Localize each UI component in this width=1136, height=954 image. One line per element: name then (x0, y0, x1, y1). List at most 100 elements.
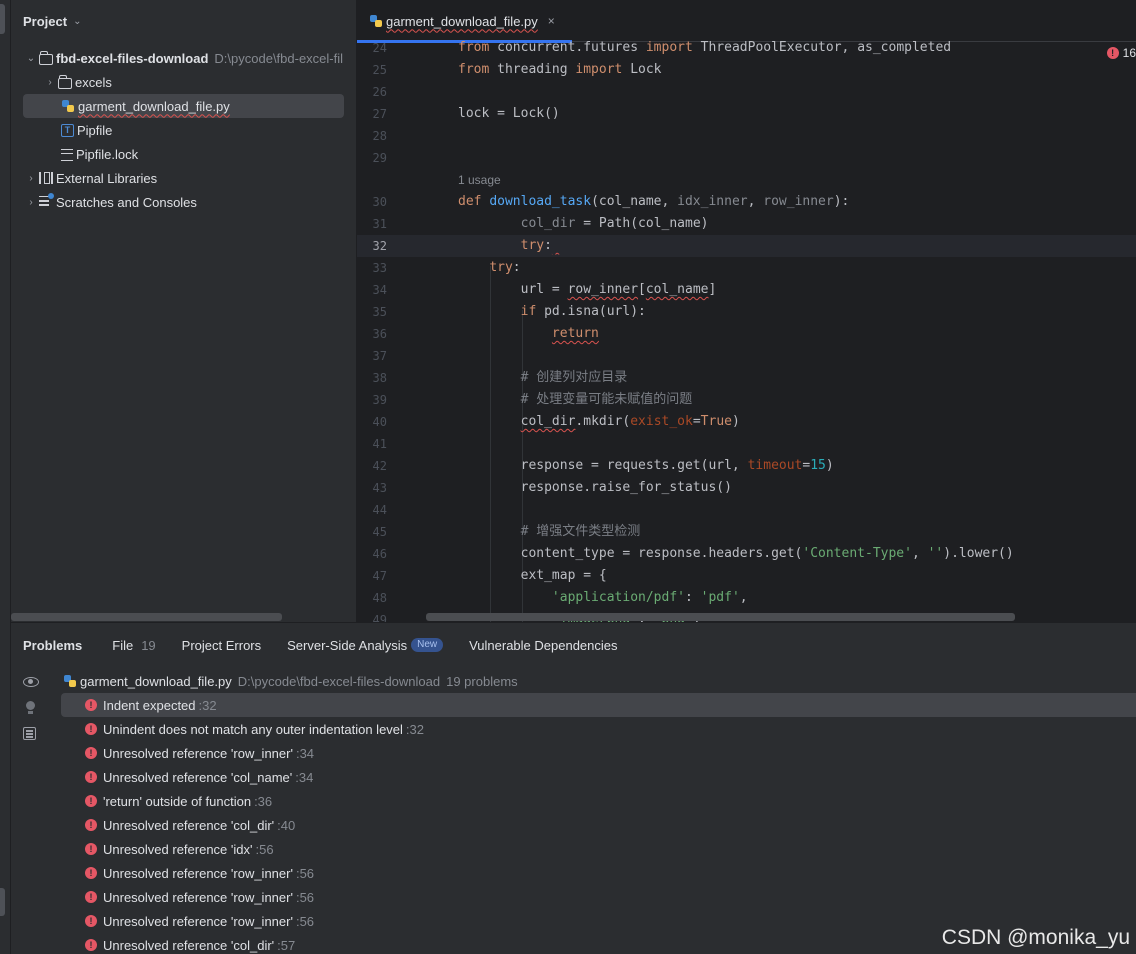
code-line: 40 col_dir.mkdir(exist_ok=True) (372, 414, 740, 429)
problem-line: :56 (295, 865, 315, 881)
problem-item[interactable]: ! 'return' outside of function:36 (61, 789, 1136, 813)
tab-project-errors[interactable]: Project Errors (182, 638, 261, 653)
problem-line: :40 (277, 817, 296, 833)
problem-line: :34 (295, 745, 315, 761)
problem-message: 'return' outside of function (103, 793, 252, 809)
code-line: 28 (372, 129, 387, 143)
toml-file-icon: T (61, 123, 74, 137)
problem-message: Unindent does not match any outer indent… (103, 721, 403, 737)
problem-message: Indent expected (103, 697, 196, 713)
problem-file-path: D:\pycode\fbd-excel-files-download (237, 673, 441, 689)
python-file-icon (61, 99, 75, 113)
lightbulb-icon[interactable] (23, 701, 39, 717)
problem-file-name: garment_download_file.py (80, 673, 232, 689)
problem-message: Unresolved reference 'col_dir' (103, 817, 275, 833)
error-icon: ! (85, 723, 97, 735)
problem-line: :32 (405, 721, 424, 737)
code-editor[interactable]: garment_download_file.py × ! 16 24 from c… (357, 0, 1136, 622)
project-panel: Project ⌄ ⌄ fbd-excel-files-download D:\… (11, 0, 357, 622)
tree-item-garment-download-file[interactable]: garment_download_file.py (23, 94, 344, 118)
code-line: 38 # 创建列对应目录 (372, 370, 628, 385)
problem-line: :57 (277, 937, 296, 953)
code-line: 30 def download_task(col_name, idx_inner,… (372, 194, 850, 209)
tree-item-pipfile[interactable]: T Pipfile (61, 118, 112, 142)
problem-item[interactable]: ! Unresolved reference 'row_inner':34 (61, 741, 1136, 765)
chevron-down-icon[interactable]: ⌄ (23, 53, 39, 64)
problem-item[interactable]: ! Unindent does not match any outer inden… (61, 717, 1136, 741)
problem-item[interactable]: ! Unresolved reference 'row_inner':56 (61, 861, 1136, 885)
python-file-icon (369, 14, 383, 28)
problem-line: :56 (295, 913, 315, 929)
problem-item[interactable]: ! Indent expected:32 (61, 693, 1136, 717)
tab-server-side-analysis[interactable]: Server-Side Analysis New (287, 637, 444, 653)
editor-tab-garment-download-file[interactable]: garment_download_file.py × (357, 0, 572, 43)
code-line: 39 # 处理变量可能未赋值的问题 (372, 392, 693, 407)
code-line: 35 if pd.isna(url): (372, 304, 646, 319)
code-line: 47 ext_map = { (372, 568, 607, 583)
folder-icon (58, 74, 72, 89)
tree-item-pipfile-lock[interactable]: Pipfile.lock (61, 142, 138, 166)
problem-file-row[interactable]: garment_download_file.py D:\pycode\fbd-e… (61, 669, 1136, 693)
error-icon: ! (85, 939, 97, 951)
error-icon: ! (85, 867, 97, 879)
problem-item[interactable]: ! Unresolved reference 'row_inner':56 (61, 885, 1136, 909)
current-code-line: 32 try: (357, 235, 1136, 257)
code-line: 36 return (372, 326, 599, 341)
chevron-down-icon[interactable]: ⌄ (73, 16, 81, 27)
problem-message: Unresolved reference 'row_inner' (103, 865, 293, 881)
left-tool-strip (0, 0, 11, 954)
tree-root[interactable]: ⌄ fbd-excel-files-download D:\pycode\fbd… (23, 46, 343, 70)
chevron-right-icon[interactable]: › (42, 77, 58, 88)
scratches-icon (39, 193, 54, 208)
tab-label: Server-Side Analysis (287, 637, 408, 653)
problem-item[interactable]: ! Unresolved reference 'col_name':34 (61, 765, 1136, 789)
chevron-right-icon[interactable]: › (23, 197, 39, 208)
tree-item-external-libraries[interactable]: › External Libraries (23, 166, 157, 190)
code-line: 27 lock = Lock() (372, 106, 560, 121)
preview-icon[interactable] (23, 727, 36, 740)
problem-item[interactable]: ! Unresolved reference 'col_dir':40 (61, 813, 1136, 837)
tree-item-excels[interactable]: › excels (42, 70, 112, 94)
error-icon: ! (85, 819, 97, 831)
code-line: 26 (372, 85, 387, 99)
project-horizontal-scrollbar[interactable] (11, 613, 282, 621)
tree-item-label: garment_download_file.py (78, 98, 230, 114)
tab-count: 19 (141, 637, 156, 653)
code-line: 29 (372, 151, 387, 165)
tree-item-label: Pipfile.lock (76, 146, 139, 162)
code-line: 31 col_dir = Path(col_name) (372, 216, 709, 231)
tab-vulnerable-dependencies[interactable]: Vulnerable Dependencies (469, 638, 617, 653)
tab-label: File (112, 637, 134, 653)
error-icon: ! (85, 699, 97, 711)
python-file-icon (63, 674, 77, 688)
code-line: 37 (372, 349, 387, 363)
code-line: 48 'application/pdf': 'pdf', (372, 590, 748, 605)
usage-hint-line: 1 usage (357, 169, 1136, 191)
tab-file[interactable]: File 19 (112, 638, 155, 653)
error-icon: ! (85, 891, 97, 903)
problem-message: Unresolved reference 'col_dir' (103, 937, 275, 953)
project-panel-header[interactable]: Project ⌄ (11, 0, 356, 42)
watermark: CSDN @monika_yu (941, 926, 1130, 949)
problem-line: :56 (255, 841, 274, 857)
error-icon: ! (85, 795, 97, 807)
problem-line: :36 (254, 793, 273, 809)
error-icon: ! (85, 915, 97, 927)
project-tool-tab[interactable] (0, 4, 5, 34)
project-title: Project (23, 13, 68, 29)
problem-line: :34 (295, 769, 314, 785)
close-icon[interactable]: × (548, 14, 555, 28)
usage-hint[interactable]: 1 usage (458, 169, 501, 191)
chevron-right-icon[interactable]: › (23, 173, 39, 184)
editor-tab-label: garment_download_file.py (386, 13, 538, 29)
eye-icon[interactable] (23, 677, 39, 687)
problem-line: :32 (198, 697, 217, 713)
problems-panel: Problems File 19 Project Errors Server-S… (11, 622, 1136, 954)
error-icon: ! (85, 747, 97, 759)
problem-item[interactable]: ! Unresolved reference 'idx':56 (61, 837, 1136, 861)
problem-message: Unresolved reference 'row_inner' (103, 889, 293, 905)
code-line: 41 (372, 437, 387, 451)
problems-tool-tab[interactable] (0, 888, 5, 916)
editor-horizontal-scrollbar[interactable] (426, 613, 1015, 621)
tree-item-scratches[interactable]: › Scratches and Consoles (23, 190, 197, 214)
